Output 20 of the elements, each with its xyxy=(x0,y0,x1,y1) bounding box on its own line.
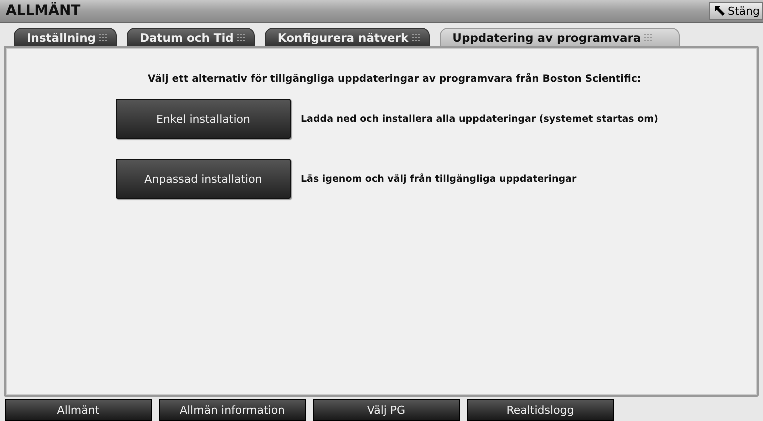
tab[interactable]: Uppdatering av programvara xyxy=(440,28,680,46)
close-button[interactable]: Stäng xyxy=(709,2,763,20)
option-description: Läs igenom och välj från tillgängliga uppdateringar xyxy=(301,174,577,184)
instruction-text: Välj ett alternativ för tillgängliga uppdateringar av programvara från Boston Scientific: xyxy=(147,74,642,85)
arrow-icon xyxy=(714,5,726,17)
grip-icon xyxy=(412,34,421,42)
option-description: Ladda ned och installera alla uppdateringar (systemet startas om) xyxy=(301,114,658,124)
nav-button[interactable]: Allmän information xyxy=(159,399,306,421)
tab[interactable]: Datum och Tid xyxy=(127,28,255,46)
install-button[interactable]: Enkel installation xyxy=(116,99,291,139)
tab[interactable]: Konfigurera nätverk xyxy=(264,28,430,46)
nav-button[interactable]: Välj PG xyxy=(313,399,460,421)
grip-icon xyxy=(99,34,108,42)
grip-icon xyxy=(236,34,246,42)
window-title: ALLMÄNT xyxy=(5,3,81,19)
install-button[interactable]: Anpassad installation xyxy=(116,159,291,199)
nav-button[interactable]: Realtidslogg xyxy=(467,399,614,421)
tab[interactable]: Inställning xyxy=(14,28,117,46)
nav-button[interactable]: Allmänt xyxy=(5,399,152,421)
grip-icon xyxy=(644,34,654,42)
